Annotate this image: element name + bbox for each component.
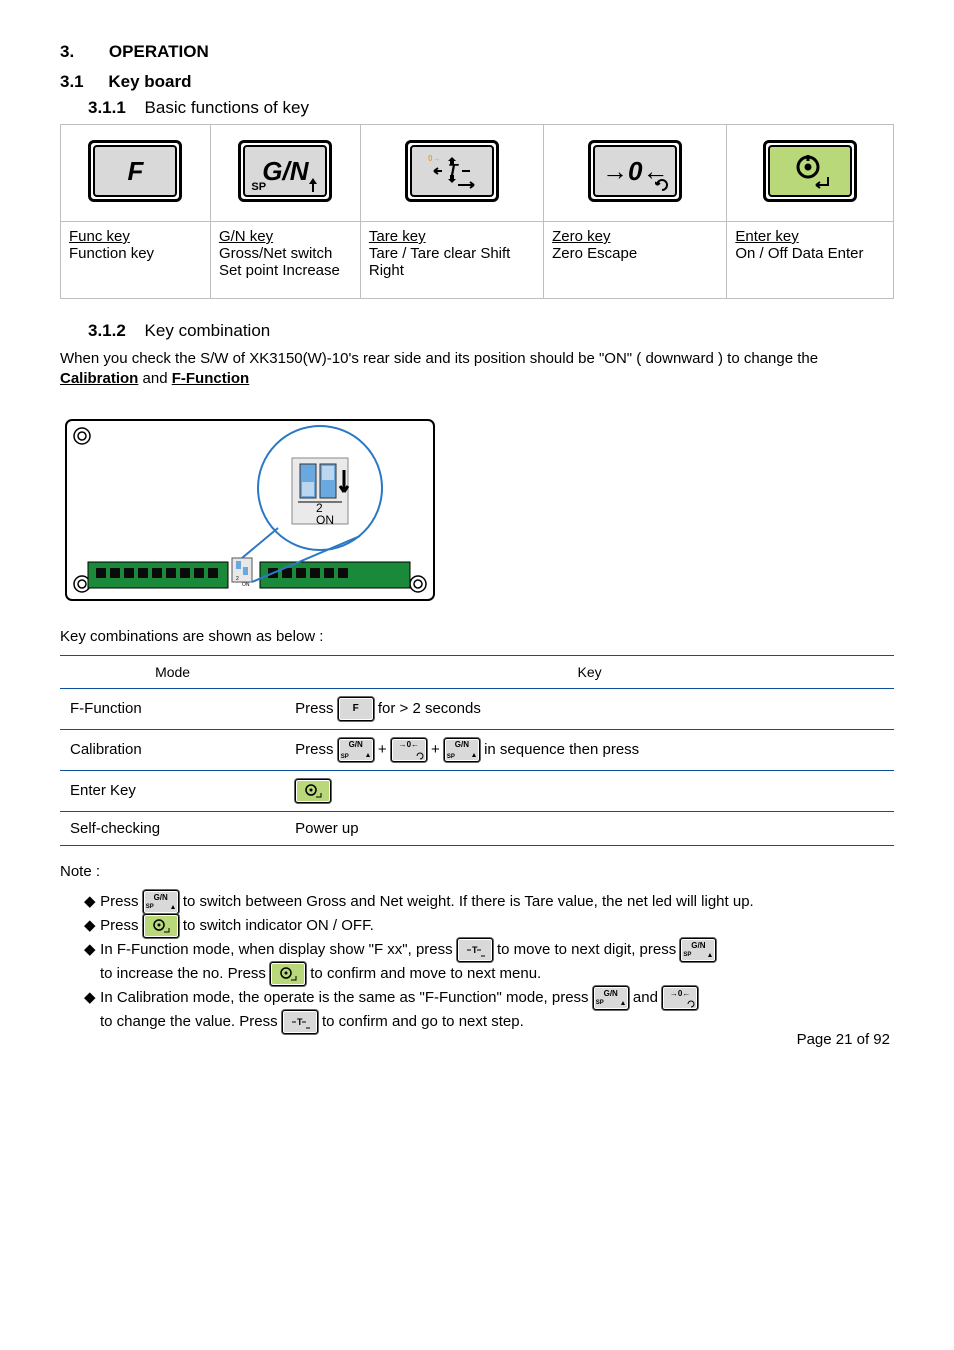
section-number: 3. <box>60 42 74 61</box>
enter-key-icon <box>143 914 179 938</box>
combo-r4-label: Self-checking <box>60 811 285 845</box>
section-heading-2: 3.1 Key board <box>60 72 894 92</box>
combo-r3-value <box>285 770 894 811</box>
section-heading-3: 3.1.1 Basic functions of key <box>88 98 894 118</box>
subsection-title: Key board <box>108 72 191 91</box>
zero-key-icon: →0← <box>662 986 698 1010</box>
tare-icon: 0→ T <box>422 151 482 191</box>
combo-header-key: Key <box>285 655 894 688</box>
escape-icon <box>655 178 669 192</box>
enter-key-icon <box>295 779 331 803</box>
gn-key-icon: G/NSP <box>338 738 374 762</box>
combo-header-mode: Mode <box>60 655 285 688</box>
section-heading-1: 3. OPERATION <box>60 42 894 62</box>
enter-key-graphic <box>763 140 857 202</box>
svg-text:T: T <box>448 162 459 179</box>
combo-r1-value: Press F for > 2 seconds <box>285 688 894 729</box>
note-2: ◆ Press to switch indicator ON / OFF. <box>84 914 894 938</box>
cell-key-gn: G/N SP <box>210 125 360 222</box>
cell-key-zero: →0← <box>544 125 727 222</box>
page-footer: Page 21 of 92 <box>797 1031 890 1048</box>
svg-text:ON: ON <box>242 582 250 588</box>
section-heading-4: 3.1.2 Key combination <box>88 321 894 341</box>
combo-r3-label: Enter Key <box>60 770 285 811</box>
cell-key-tare: 0→ T <box>360 125 543 222</box>
key-function-table: F G/N SP 0→ <box>60 124 894 299</box>
cell-desc-f: Func key Function key <box>61 222 211 299</box>
arrow-up-icon <box>307 178 319 192</box>
cell-desc-zero: Zero key Zero Escape <box>544 222 727 299</box>
note-1: ◆ Press G/NSP to switch between Gross an… <box>84 890 894 914</box>
combo-r2-value: Press G/NSP + →0← + G/NSP in sequence th… <box>285 729 894 770</box>
gn-key-icon: G/NSP <box>680 938 716 962</box>
cell-key-enter <box>727 125 894 222</box>
tare-key-icon: T <box>282 1010 318 1034</box>
svg-text:2: 2 <box>236 576 239 582</box>
enter-key-icon <box>270 962 306 986</box>
cell-desc-enter: Enter key On / Off Data Enter <box>727 222 894 299</box>
subsubsection-number-2: 3.1.2 <box>88 321 126 340</box>
cell-key-f: F <box>61 125 211 222</box>
gn-key-icon: G/NSP <box>143 890 179 914</box>
zero-key-icon: →0← <box>391 738 427 762</box>
note-4b: to change the value. Press T to confirm … <box>100 1010 894 1034</box>
cell-desc-tare: Tare key Tare / Tare clear Shift Right <box>360 222 543 299</box>
tare-key-graphic: 0→ T <box>405 140 499 202</box>
svg-text:0→: 0→ <box>428 154 440 163</box>
subsubsection-number: 3.1.1 <box>88 98 126 117</box>
gn-key-graphic: G/N SP <box>238 140 332 202</box>
subsection-number: 3.1 <box>60 72 84 91</box>
subsubsection-title-2: Key combination <box>145 321 271 340</box>
note-3: ◆ In F-Function mode, when display show … <box>84 938 894 962</box>
section-title: OPERATION <box>109 42 209 61</box>
gn-key-icon: G/NSP <box>593 986 629 1010</box>
note-3b: to increase the no. Press to confirm and… <box>100 962 894 986</box>
combo-r1-label: F-Function <box>60 688 285 729</box>
dip-label-on: ON <box>316 513 334 527</box>
power-enter-icon <box>788 153 832 189</box>
svg-text:T: T <box>297 1017 303 1027</box>
func-key-graphic: F <box>88 140 182 202</box>
svg-text:T: T <box>472 945 478 955</box>
cell-desc-gn: G/N key Gross/Net switch Set point Incre… <box>210 222 360 299</box>
combo-intro: When you check the S/W of XK3150(W)-10's… <box>60 349 894 390</box>
notes-title: Note : <box>60 862 894 882</box>
combo-r4-value: Power up <box>285 811 894 845</box>
combo-postfig: Key combinations are shown as below : <box>60 627 894 647</box>
combo-r2-label: Calibration <box>60 729 285 770</box>
zero-key-graphic: →0← <box>588 140 682 202</box>
f-key-icon: F <box>338 697 374 721</box>
device-rear-figure: 2 ON 2 ON <box>60 408 894 613</box>
subsubsection-title: Basic functions of key <box>145 98 309 117</box>
note-4: ◆ In Calibration mode, the operate is th… <box>84 986 894 1010</box>
key-combination-table: Mode Key F-Function Press F for > 2 seco… <box>60 655 894 846</box>
gn-key-icon: G/NSP <box>444 738 480 762</box>
tare-key-icon: T <box>457 938 493 962</box>
